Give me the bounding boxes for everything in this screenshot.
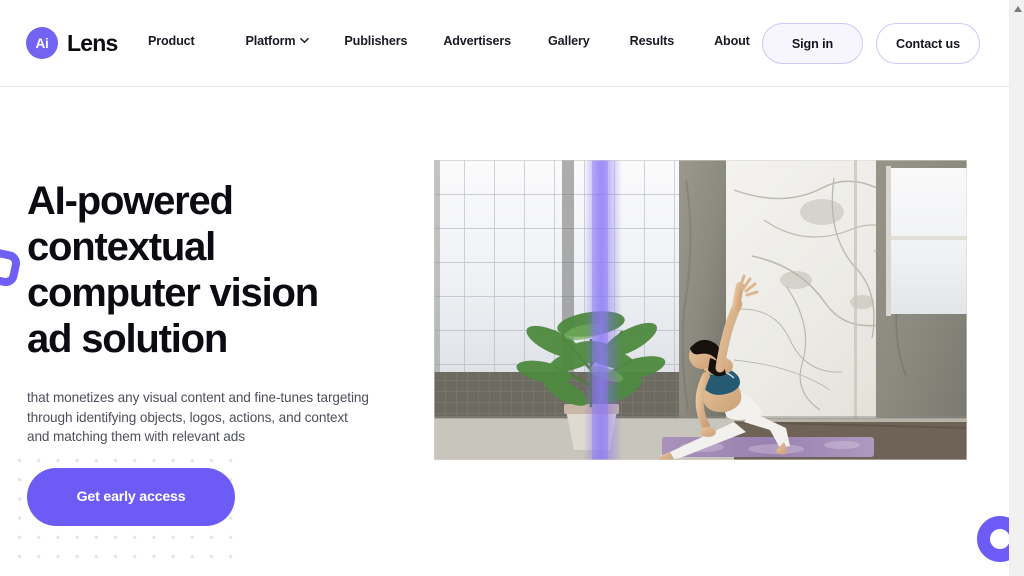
nav-item-platform[interactable]: Platform bbox=[246, 34, 310, 48]
nav-item-label: Product bbox=[148, 34, 195, 48]
nav-item-label: Publishers bbox=[344, 34, 408, 48]
nav-item-label: Results bbox=[629, 34, 675, 48]
ring-outline-decoration bbox=[977, 516, 1009, 562]
nav-item-about[interactable]: About bbox=[714, 34, 750, 48]
hero-subheading: that monetizes any visual content and fi… bbox=[27, 390, 369, 444]
chevron-down-icon bbox=[300, 36, 310, 45]
nav-item-label: Gallery bbox=[547, 34, 590, 48]
nav-item-label: Advertisers bbox=[443, 34, 511, 48]
nav-item-gallery[interactable]: Gallery bbox=[548, 34, 590, 48]
nav-item-label: About bbox=[714, 34, 750, 48]
nav-item-results[interactable]: Results bbox=[629, 34, 675, 48]
scroll-up-arrow-icon[interactable] bbox=[1010, 0, 1024, 17]
hero-copy: AI-powered contextual computer vision ad… bbox=[27, 178, 407, 447]
brand-name: Lens bbox=[67, 29, 118, 56]
nav-item-product[interactable]: Product bbox=[148, 34, 195, 48]
page-viewport: Ai Lens Product Platform Publishers Adve… bbox=[0, 0, 1009, 576]
brand-logo[interactable]: Ai Lens bbox=[26, 27, 118, 59]
contact-us-button[interactable]: Contact us bbox=[876, 23, 980, 64]
header-actions: Sign in Contact us bbox=[762, 23, 980, 64]
rounded-square-outline-decoration bbox=[0, 246, 23, 289]
sign-in-button[interactable]: Sign in bbox=[762, 23, 863, 64]
main-navigation: Product Platform Publishers Advertisers … bbox=[148, 34, 750, 48]
browser-page: Ai Lens Product Platform Publishers Adve… bbox=[0, 0, 1024, 576]
nav-item-label: Platform bbox=[245, 34, 296, 48]
get-early-access-button[interactable]: Get early access bbox=[27, 468, 235, 526]
site-header: Ai Lens Product Platform Publishers Adve… bbox=[0, 0, 1009, 87]
page-title: AI-powered contextual computer vision ad… bbox=[27, 179, 319, 361]
vertical-scrollbar[interactable] bbox=[1009, 0, 1024, 576]
nav-item-publishers[interactable]: Publishers bbox=[344, 34, 407, 48]
nav-item-advertisers[interactable]: Advertisers bbox=[443, 34, 511, 48]
hero-image bbox=[434, 160, 967, 460]
brand-mark-icon: Ai bbox=[26, 27, 58, 59]
